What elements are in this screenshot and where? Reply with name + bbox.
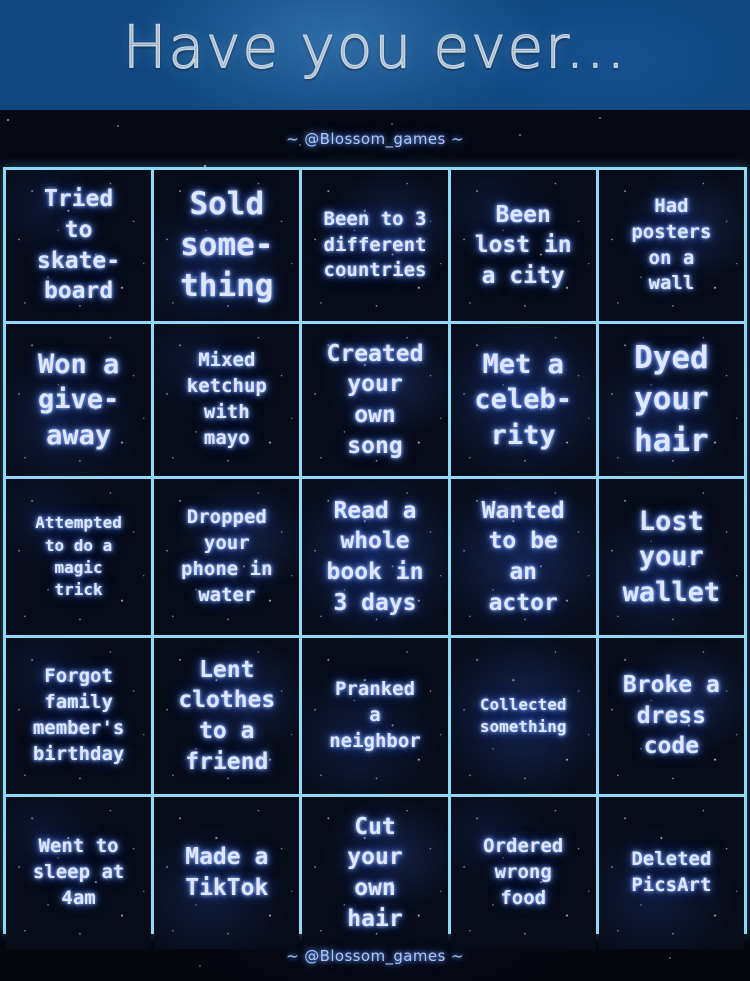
bingo-cell-label: Created your own song	[326, 340, 424, 459]
bingo-cell[interactable]: Tried to skate- board	[6, 170, 152, 321]
bingo-cell[interactable]: Won a give- away	[6, 324, 152, 476]
bingo-cell[interactable]: Been to 3 different countries	[302, 170, 448, 321]
bingo-cell[interactable]: Forgot family member's birthday	[6, 638, 152, 794]
bingo-cell-label: Been to 3 different countries	[323, 207, 427, 282]
bingo-cell-label: Dropped your phone in water	[181, 506, 273, 606]
bingo-cell[interactable]: Went to sleep at 4am	[6, 797, 152, 949]
header-band: Have you ever...	[0, 0, 750, 110]
bingo-cell-label: Ordered wrong food	[483, 835, 564, 909]
bingo-cell-label: Pranked a neighbor	[329, 678, 421, 752]
bingo-cell-label: Tried to skate- board	[37, 186, 121, 305]
bingo-cell-label: Attempted to do a magic trick	[35, 513, 122, 600]
bingo-cell-label: Went to sleep at 4am	[32, 835, 125, 909]
bingo-card: Have you ever... ~ @Blossom_games ~ Trie…	[0, 0, 750, 981]
bingo-cell[interactable]: Pranked a neighbor	[302, 638, 448, 794]
bingo-cell-label: Mixed ketchup with mayo	[186, 349, 267, 449]
bingo-cell-label: Lent clothes to a friend	[178, 656, 276, 775]
bingo-cell[interactable]: Had posters on a wall	[598, 170, 744, 321]
bingo-cell[interactable]: Met a celeb- rity	[450, 324, 596, 476]
bingo-cell-label: Deleted PicsArt	[631, 848, 712, 896]
bingo-cell-label: Forgot family member's birthday	[32, 665, 125, 765]
bingo-cell[interactable]: Sold some- thing	[154, 170, 300, 321]
bingo-cell[interactable]: Collected something	[450, 638, 596, 794]
bingo-cell-label: Cut your own hair	[347, 813, 403, 932]
bingo-cell-label: Broke a dress code	[622, 672, 720, 760]
bingo-cell[interactable]: Been lost in a city	[450, 170, 596, 321]
bingo-cell-label: Collected something	[479, 694, 567, 736]
bingo-cell-label: Won a give- away	[37, 348, 120, 451]
bingo-cell[interactable]: Broke a dress code	[598, 638, 744, 794]
bingo-cell[interactable]: Attempted to do a magic trick	[6, 479, 152, 635]
watermark-bottom: ~ @Blossom_games ~	[286, 947, 464, 965]
watermark-top: ~ @Blossom_games ~	[286, 130, 464, 148]
bingo-cell[interactable]: Mixed ketchup with mayo	[154, 324, 300, 476]
bingo-grid: Tried to skate- board Sold some- thing Bee…	[3, 167, 747, 949]
bingo-cell-label: Dyed your hair	[634, 340, 709, 459]
bingo-cell[interactable]: Ordered wrong food	[450, 797, 596, 949]
bingo-cell[interactable]: Read a whole book in 3 days	[302, 479, 448, 635]
bingo-cell-label: Made a TikTok	[185, 844, 269, 901]
bingo-cell[interactable]: Made a TikTok	[154, 797, 300, 949]
bingo-cell-label: Met a celeb- rity	[474, 348, 572, 451]
bingo-cell[interactable]: Deleted PicsArt	[598, 797, 744, 949]
bingo-cell[interactable]: Dyed your hair	[598, 324, 744, 476]
bingo-cell-label: Sold some- thing	[180, 185, 274, 305]
bingo-cell[interactable]: Lent clothes to a friend	[154, 638, 300, 794]
bingo-cell-label: Read a whole book in 3 days	[326, 497, 424, 616]
bingo-cell[interactable]: Created your own song	[302, 324, 448, 476]
bingo-cell-label: Been lost in a city	[474, 201, 572, 289]
bingo-cell-label: Had posters on a wall	[631, 194, 712, 295]
bingo-cell-label: Lost your wallet	[622, 505, 721, 608]
bingo-cell-label: Wanted to be an actor	[481, 497, 565, 616]
bingo-cell[interactable]: Cut your own hair	[302, 797, 448, 949]
bingo-cell[interactable]: Dropped your phone in water	[154, 479, 300, 635]
page-title: Have you ever...	[122, 13, 628, 81]
bingo-cell[interactable]: Wanted to be an actor	[450, 479, 596, 635]
bingo-cell[interactable]: Lost your wallet	[598, 479, 744, 635]
